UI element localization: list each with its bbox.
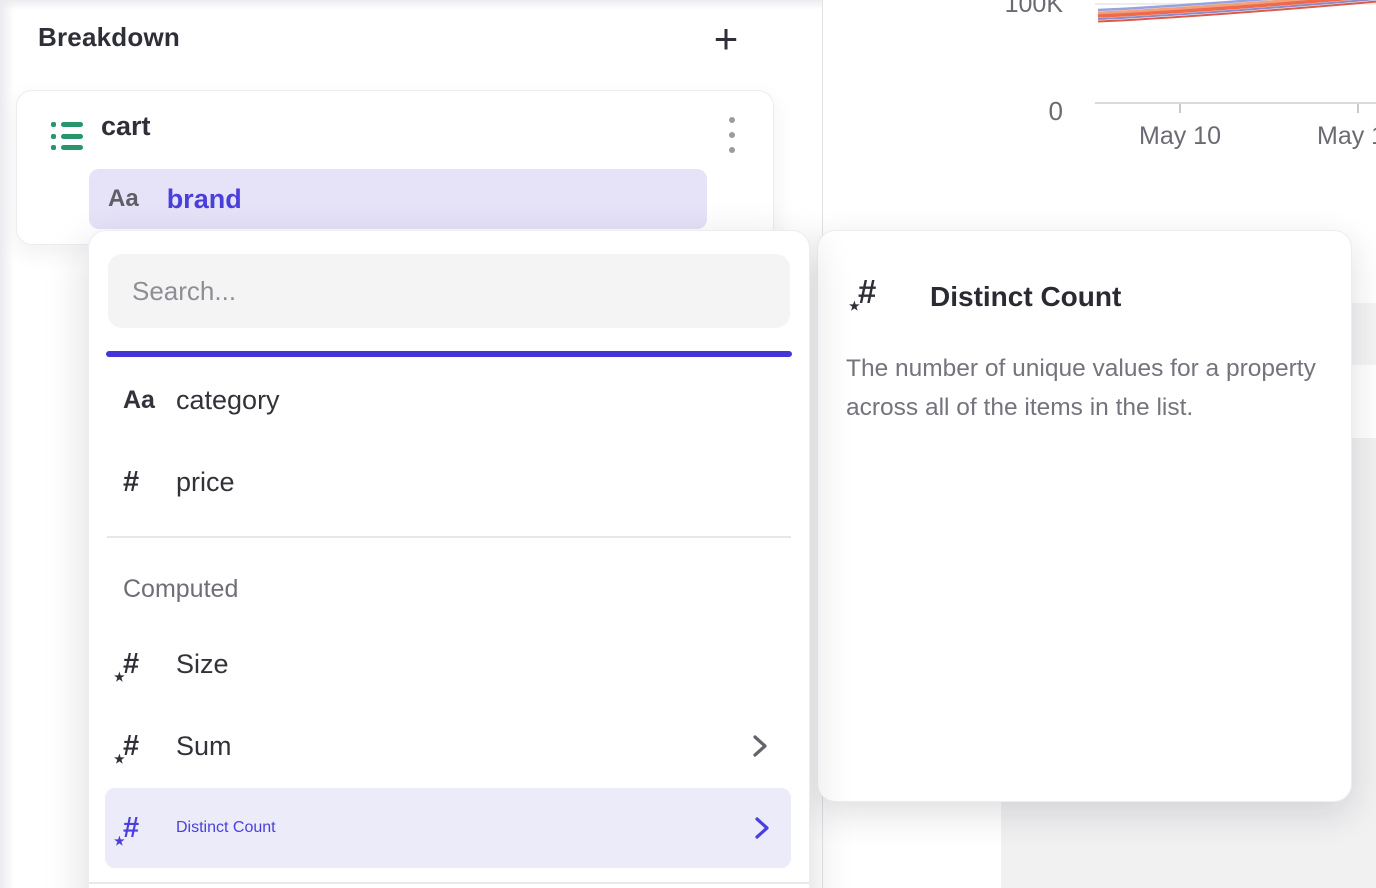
tooltip-title: Distinct Count [930, 281, 1121, 313]
dropdown-divider [107, 536, 791, 538]
computed-option-size[interactable]: #★ Size [89, 634, 809, 694]
property-option-label: price [176, 467, 235, 498]
computed-option-label: Distinct Count [176, 819, 276, 837]
property-select-dropdown: Aa category # price Computed #★ Size #★ … [88, 230, 810, 888]
selected-property-label: brand [167, 184, 242, 215]
selected-property-chip[interactable]: Aa brand [89, 169, 707, 229]
property-option-label: category [176, 385, 280, 416]
add-breakdown-button[interactable]: + [702, 16, 750, 64]
property-info-tooltip: #★ Distinct Count The number of unique v… [817, 230, 1352, 802]
number-type-icon: # [123, 466, 139, 499]
property-option-price[interactable]: # price [89, 452, 809, 512]
property-option-category[interactable]: Aa category [89, 370, 809, 430]
tooltip-description: The number of unique values for a proper… [846, 349, 1346, 427]
list-property-icon [51, 122, 85, 150]
app-screen: 100K 0 May 10 May 17 Breakdown + cart [0, 0, 1376, 888]
x-axis-tickmark [1179, 104, 1181, 113]
computed-option-label: Sum [176, 731, 232, 762]
computed-option-sum[interactable]: #★ Sum [89, 716, 809, 776]
dropdown-divider [89, 882, 809, 884]
scroll-indicator-bar [106, 351, 792, 357]
computed-section-label: Computed [123, 575, 238, 604]
text-type-icon: Aa [123, 386, 155, 415]
breakdown-section-title: Breakdown [38, 22, 180, 53]
breakdown-group-card: cart Aa brand [16, 90, 774, 245]
x-axis-line [1095, 102, 1376, 104]
computed-option-distinct-count[interactable]: #★ Distinct Count [105, 788, 791, 868]
y-axis-tick-0: 0 [993, 96, 1063, 127]
x-axis-tick-may17: May 17 [1303, 122, 1376, 151]
submenu-chevron-icon [751, 732, 769, 760]
x-axis-tick-may10: May 10 [1125, 122, 1235, 151]
x-axis-tickmark [1357, 104, 1359, 113]
submenu-chevron-icon [753, 814, 771, 842]
search-input[interactable] [108, 254, 790, 328]
computed-option-label: Size [176, 649, 229, 680]
group-name-label: cart [101, 111, 151, 142]
computed-number-icon: #★ [123, 650, 139, 679]
y-axis-tick-100k: 100K [993, 0, 1063, 19]
text-type-icon: Aa [108, 185, 139, 213]
line-chart-series [1095, 0, 1376, 52]
computed-number-icon: #★ [123, 732, 139, 761]
more-options-button[interactable] [717, 117, 747, 153]
computed-number-icon: #★ [123, 814, 139, 843]
